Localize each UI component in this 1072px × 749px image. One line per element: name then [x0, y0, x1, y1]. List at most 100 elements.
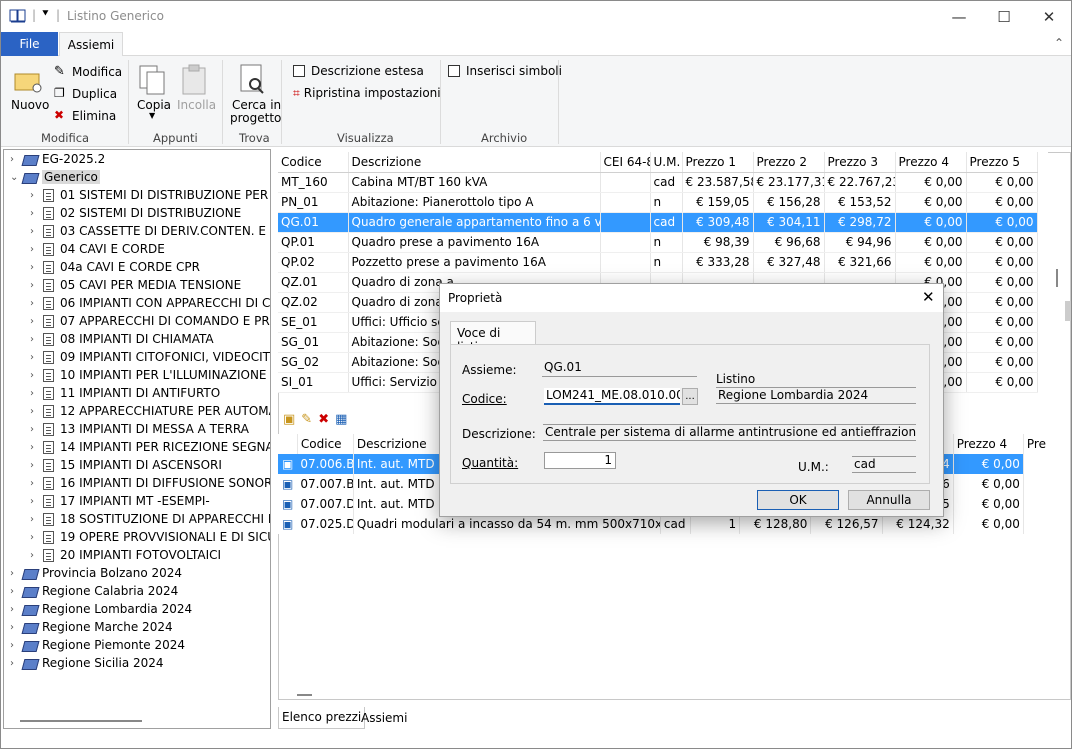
table-cell[interactable]: PN_01: [278, 192, 349, 213]
tree-node-chapter[interactable]: › 01 SISTEMI DI DISTRIBUZIONE PER USO: [30, 186, 270, 204]
expand-icon[interactable]: ›: [30, 298, 40, 309]
table-cell[interactable]: € 98,39: [682, 232, 754, 253]
nuovo-button[interactable]: Nuovo: [11, 98, 49, 112]
tree-node-chapter[interactable]: › 13 IMPIANTI DI MESSA A TERRA: [30, 420, 249, 438]
table-cell[interactable]: [600, 172, 651, 193]
elimina-button[interactable]: Elimina: [72, 109, 116, 123]
table-cell[interactable]: [600, 212, 651, 233]
column-header[interactable]: Prezzo 4: [953, 434, 1024, 454]
table-cell[interactable]: SG_01: [278, 332, 349, 353]
table-cell[interactable]: Cabina MT/BT 160 kVA: [348, 172, 601, 193]
table-cell[interactable]: € 0,00: [966, 272, 1038, 293]
tree-node-chapter[interactable]: › 14 IMPIANTI PER RICEZIONE SEGNALI: [30, 438, 270, 456]
tree-node-chapter[interactable]: › 19 OPERE PROVVISIONALI E DI SICURE: [30, 528, 270, 546]
annulla-button[interactable]: Annulla: [848, 490, 930, 510]
table-cell[interactable]: QZ.02: [278, 292, 349, 313]
table-cell[interactable]: QG.01: [278, 212, 349, 233]
table-cell[interactable]: SI_01: [278, 372, 349, 393]
minimize-button[interactable]: —: [936, 1, 982, 32]
expand-icon[interactable]: ›: [30, 262, 40, 273]
tree-node-chapter[interactable]: › 07 APPARECCHI DI COMANDO E PRO: [30, 312, 270, 330]
table-cell[interactable]: € 0,00: [953, 514, 1024, 534]
table-cell[interactable]: € 0,00: [895, 192, 967, 213]
table-cell[interactable]: cad: [660, 514, 691, 534]
table-cell[interactable]: € 0,00: [895, 232, 967, 253]
table-cell[interactable]: n: [650, 192, 683, 213]
expand-icon[interactable]: ›: [30, 316, 40, 327]
column-header[interactable]: CEI 64-8: [600, 152, 651, 173]
tree-node-chapter[interactable]: › 18 SOSTITUZIONE DI APPARECCHI DI: [30, 510, 270, 528]
grid-vertical-scrollbar[interactable]: [1056, 269, 1058, 287]
cerca-button-line1[interactable]: Cerca in: [232, 98, 281, 112]
tree-horizontal-scrollbar[interactable]: [20, 720, 142, 722]
table-cell[interactable]: € 0,00: [895, 252, 967, 273]
table-row[interactable]: QP.02 Pozzetto prese a pavimento 16A n € 33…: [278, 252, 1038, 273]
checkbox-box[interactable]: [293, 65, 305, 77]
expand-icon[interactable]: ›: [30, 208, 40, 219]
table-cell[interactable]: € 0,00: [966, 232, 1038, 253]
quantita-input[interactable]: 1: [544, 452, 616, 469]
tree-node-chapter[interactable]: › 04 CAVI E CORDE: [30, 240, 165, 258]
table-cell[interactable]: € 124,32: [882, 514, 954, 534]
ok-button[interactable]: OK: [757, 490, 839, 510]
expand-icon[interactable]: ›: [10, 154, 20, 165]
tree-node-chapter[interactable]: › 04a CAVI E CORDE CPR: [30, 258, 200, 276]
expand-icon[interactable]: ›: [10, 586, 20, 597]
ripristina-button[interactable]: ⌗ Ripristina impostazioni: [293, 86, 441, 101]
tab-assiemi-bottom[interactable]: Assiemi: [356, 711, 412, 725]
table-cell[interactable]: 1: [690, 514, 741, 534]
table-cell[interactable]: Quadro prese a pavimento 16A: [348, 232, 601, 253]
expand-icon[interactable]: ›: [30, 424, 40, 435]
table-cell[interactable]: [600, 192, 651, 213]
table-cell[interactable]: € 0,00: [966, 352, 1038, 373]
tab-voce-di-listino[interactable]: Voce di listino: [450, 321, 536, 354]
table-cell[interactable]: € 156,28: [753, 192, 825, 213]
cerca-button-line2[interactable]: progetto: [230, 111, 281, 125]
table-cell[interactable]: € 309,48: [682, 212, 754, 233]
tree-node-chapter[interactable]: › 10 IMPIANTI PER L'ILLUMINAZIONE: [30, 366, 267, 384]
tree-node-listino[interactable]: › Regione Sicilia 2024: [10, 654, 164, 672]
expand-icon[interactable]: ›: [30, 370, 40, 381]
table-row[interactable]: PN_01 Abitazione: Pianerottolo tipo An € 1…: [278, 192, 1038, 213]
table-cell[interactable]: SG_02: [278, 352, 349, 373]
table-cell[interactable]: 07.007.D: [297, 494, 354, 514]
table-cell[interactable]: € 0,00: [966, 172, 1038, 193]
expand-icon[interactable]: ›: [10, 640, 20, 651]
table-cell[interactable]: € 0,00: [966, 332, 1038, 353]
table-cell[interactable]: € 23.177,31: [753, 172, 825, 193]
codice-input[interactable]: LOM241_ME.08.010.0010: [544, 388, 680, 405]
column-header[interactable]: Prezzo 5: [966, 152, 1038, 173]
table-row[interactable]: ▣ 07.025.D Quadri modulari a incasso da 54…: [278, 514, 1049, 534]
table-cell[interactable]: € 159,05: [682, 192, 754, 213]
quick-access-dropdown-icon[interactable]: ⯆: [41, 7, 50, 21]
tree-node-chapter[interactable]: › 20 IMPIANTI FOTOVOLTAICI: [30, 546, 221, 564]
edit-item-icon[interactable]: ✎: [301, 412, 312, 427]
table-cell[interactable]: QP.02: [278, 252, 349, 273]
table-cell[interactable]: € 333,28: [682, 252, 754, 273]
table-cell[interactable]: € 321,66: [824, 252, 896, 273]
expand-icon[interactable]: ›: [30, 496, 40, 507]
table-cell[interactable]: € 0,00: [966, 372, 1038, 393]
table-cell[interactable]: cad: [650, 212, 683, 233]
table-cell[interactable]: Pozzetto prese a pavimento 16A: [348, 252, 601, 273]
expand-icon[interactable]: ›: [30, 280, 40, 291]
maximize-button[interactable]: ☐: [981, 1, 1027, 32]
table-cell[interactable]: € 0,00: [895, 172, 967, 193]
inserisci-simboli-checkbox[interactable]: Inserisci simboli: [448, 64, 562, 78]
tree-node-listino[interactable]: › Regione Lombardia 2024: [10, 600, 192, 618]
descrizione-estesa-checkbox[interactable]: Descrizione estesa: [293, 64, 424, 78]
expand-icon[interactable]: ›: [30, 550, 40, 561]
delete-item-icon[interactable]: ✖: [318, 412, 329, 427]
dialog-close-icon[interactable]: ✕: [922, 288, 935, 306]
table-cell[interactable]: € 0,00: [966, 292, 1038, 313]
tree-node-eg[interactable]: › EG-2025.2: [10, 150, 105, 168]
column-header[interactable]: Prezzo 2: [753, 152, 825, 173]
tree-node-chapter[interactable]: › 08 IMPIANTI DI CHIAMATA: [30, 330, 214, 348]
column-header[interactable]: U.M.: [650, 152, 683, 173]
modifica-button[interactable]: Modifica: [72, 65, 122, 79]
column-header[interactable]: Descrizione: [348, 152, 601, 173]
table-cell[interactable]: € 0,00: [966, 252, 1038, 273]
tree-node-generico[interactable]: ⌄ Generico: [10, 168, 100, 186]
table-cell[interactable]: SE_01: [278, 312, 349, 333]
tree-node-chapter[interactable]: › 05 CAVI PER MEDIA TENSIONE: [30, 276, 241, 294]
